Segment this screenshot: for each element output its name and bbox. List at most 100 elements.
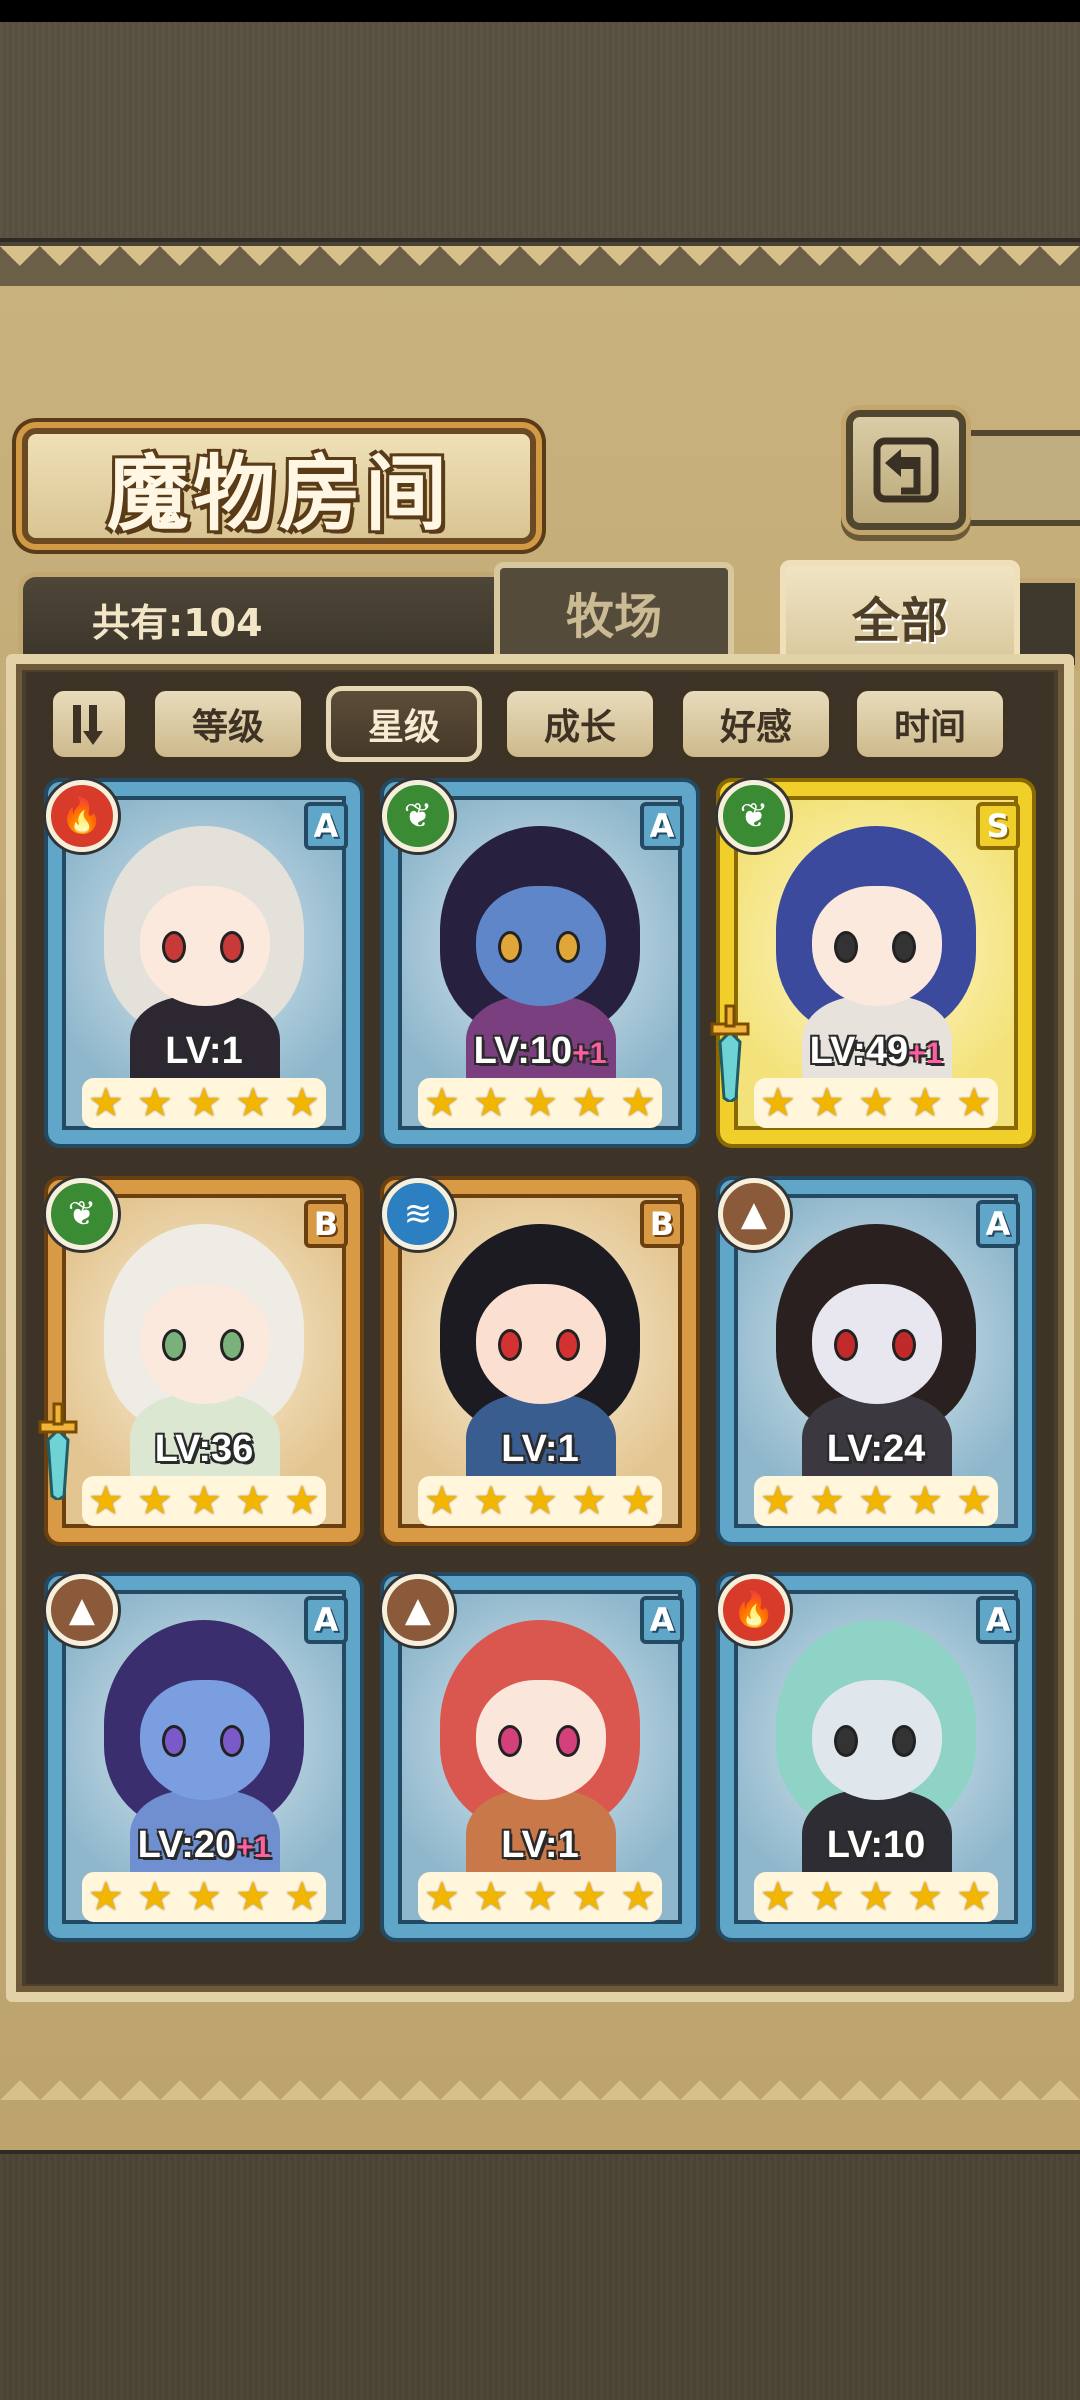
leaf-icon: ❦ (382, 780, 454, 852)
sort-button-affection[interactable]: 好感 (678, 686, 834, 762)
level-label: LV:24 (720, 1428, 1032, 1471)
level-value: LV:10 (473, 1030, 573, 1072)
star-icon: ★ (956, 1478, 992, 1524)
star-rating: ★ ★ ★ ★ ★ (754, 1476, 998, 1526)
earth-icon: ▲ (46, 1574, 118, 1646)
earth-icon: ▲ (718, 1178, 790, 1250)
level-bonus: +1 (908, 1037, 943, 1070)
level-value: LV:24 (826, 1428, 926, 1470)
star-icon: ★ (522, 1478, 558, 1524)
monster-card[interactable]: 🔥 A LV:1 ★ ★ ★ ★ ★ (46, 780, 360, 1144)
map-background-top (0, 22, 1080, 242)
page-title: 魔物房间 (106, 445, 451, 542)
star-icon: ★ (858, 1874, 894, 1920)
star-icon: ★ (620, 1478, 656, 1524)
fire-icon: 🔥 (718, 1574, 790, 1646)
sort-order-button[interactable] (48, 686, 130, 762)
level-label: LV:36 (48, 1428, 360, 1471)
sort-button-time[interactable]: 时间 (852, 686, 1008, 762)
sword-icon (38, 1402, 78, 1500)
level-value: LV:36 (154, 1428, 254, 1470)
star-icon: ★ (424, 1080, 460, 1126)
star-icon: ★ (620, 1080, 656, 1126)
sort-order-icon (73, 705, 103, 745)
star-icon: ★ (571, 1874, 607, 1920)
star-icon: ★ (571, 1478, 607, 1524)
rank-badge: A (640, 1596, 684, 1644)
star-icon: ★ (956, 1080, 992, 1126)
star-rating: ★ ★ ★ ★ ★ (82, 1476, 326, 1526)
star-rating: ★ ★ ★ ★ ★ (754, 1078, 998, 1128)
star-icon: ★ (907, 1080, 943, 1126)
monster-card[interactable]: ❦ A LV:10+1 ★ ★ ★ ★ ★ (382, 780, 696, 1144)
star-icon: ★ (809, 1080, 845, 1126)
level-label: LV:1 (384, 1428, 696, 1471)
rank-badge: B (304, 1200, 348, 1248)
back-button[interactable] (846, 410, 966, 530)
return-arrow-icon (873, 437, 939, 503)
star-rating: ★ ★ ★ ★ ★ (82, 1078, 326, 1128)
sort-button-growth[interactable]: 成长 (502, 686, 658, 762)
title-plaque: 魔物房间 (22, 428, 536, 544)
rank-badge: A (640, 802, 684, 850)
star-icon: ★ (571, 1080, 607, 1126)
rank-badge: A (304, 1596, 348, 1644)
level-label: LV:1 (384, 1824, 696, 1867)
level-value: LV:1 (165, 1030, 243, 1072)
star-icon: ★ (186, 1874, 222, 1920)
star-icon: ★ (809, 1478, 845, 1524)
star-icon: ★ (284, 1478, 320, 1524)
level-label: LV:49+1 (720, 1030, 1032, 1073)
level-value: LV:1 (501, 1428, 579, 1470)
star-icon: ★ (956, 1874, 992, 1920)
level-value: LV:20 (137, 1824, 237, 1866)
star-icon: ★ (137, 1080, 173, 1126)
monster-card[interactable]: ❦ B LV:36 ★ ★ ★ ★ ★ (38, 1178, 360, 1542)
star-icon: ★ (858, 1080, 894, 1126)
level-bonus: +1 (236, 1831, 271, 1864)
star-rating: ★ ★ ★ ★ ★ (418, 1872, 662, 1922)
rank-badge: B (640, 1200, 684, 1248)
level-value: LV:10 (826, 1824, 926, 1866)
star-icon: ★ (473, 1874, 509, 1920)
tab-ranch[interactable]: 牧场 (494, 562, 734, 662)
torn-edge-bottom (0, 2060, 1080, 2100)
monster-card[interactable]: ▲ A LV:20+1 ★ ★ ★ ★ ★ (46, 1574, 360, 1938)
fire-icon: 🔥 (46, 780, 118, 852)
star-icon: ★ (522, 1080, 558, 1126)
star-icon: ★ (235, 1874, 271, 1920)
star-icon: ★ (284, 1080, 320, 1126)
level-label: LV:1 (48, 1030, 360, 1073)
level-label: LV:10+1 (384, 1030, 696, 1073)
star-icon: ★ (88, 1874, 124, 1920)
monster-card[interactable]: ▲ A LV:24 ★ ★ ★ ★ ★ (718, 1178, 1032, 1542)
rank-badge: A (976, 1200, 1020, 1248)
monster-card[interactable]: ≋ B LV:1 ★ ★ ★ ★ ★ (382, 1178, 696, 1542)
star-icon: ★ (284, 1874, 320, 1920)
star-icon: ★ (235, 1080, 271, 1126)
torn-edge-top (0, 246, 1080, 286)
star-icon: ★ (473, 1080, 509, 1126)
level-label: LV:10 (720, 1824, 1032, 1867)
star-rating: ★ ★ ★ ★ ★ (418, 1476, 662, 1526)
star-icon: ★ (760, 1080, 796, 1126)
sort-button-stars[interactable]: 星级 (326, 686, 482, 762)
earth-icon: ▲ (382, 1574, 454, 1646)
star-icon: ★ (137, 1874, 173, 1920)
monster-card[interactable]: ▲ A LV:1 ★ ★ ★ ★ ★ (382, 1574, 696, 1938)
star-icon: ★ (620, 1874, 656, 1920)
star-icon: ★ (186, 1080, 222, 1126)
monster-card[interactable]: ❦ S LV:49+1 ★ ★ ★ ★ ★ (710, 780, 1032, 1144)
sword-icon (710, 1004, 750, 1102)
leaf-icon: ❦ (46, 1178, 118, 1250)
star-icon: ★ (424, 1874, 460, 1920)
rank-badge: A (976, 1596, 1020, 1644)
leaf-icon: ❦ (718, 780, 790, 852)
level-value: LV:1 (501, 1824, 579, 1866)
monster-card[interactable]: 🔥 A LV:10 ★ ★ ★ ★ ★ (718, 1574, 1032, 1938)
status-bar (0, 0, 1080, 22)
monster-count: 共有:104 (92, 601, 263, 645)
sort-button-level[interactable]: 等级 (150, 686, 306, 762)
star-icon: ★ (809, 1874, 845, 1920)
back-button-rail (966, 430, 1080, 526)
